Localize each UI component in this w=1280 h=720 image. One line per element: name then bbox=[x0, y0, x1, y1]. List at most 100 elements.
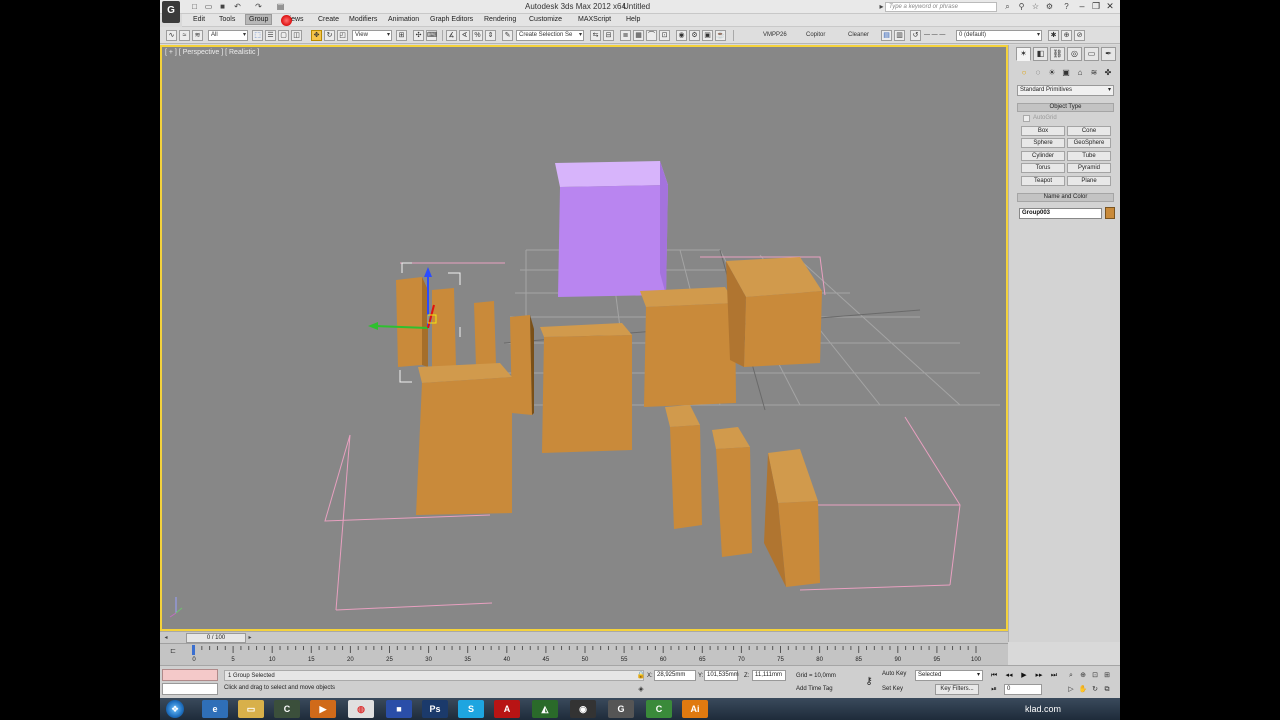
plugin-copitor-button[interactable]: Copitor bbox=[806, 32, 825, 38]
selection-filter-dropdown[interactable]: All bbox=[208, 30, 248, 41]
field-of-view-icon[interactable]: ▷ bbox=[1066, 685, 1076, 695]
create-tab-icon[interactable]: ✶ bbox=[1016, 47, 1031, 61]
spinner-snap-icon[interactable]: ⇕ bbox=[485, 30, 496, 41]
search-input[interactable]: Type a keyword or phrase bbox=[885, 2, 997, 12]
set-key-button[interactable]: Set Key bbox=[882, 686, 903, 692]
minimize-button[interactable]: – bbox=[1076, 1, 1088, 12]
select-by-name-icon[interactable]: ☰ bbox=[265, 30, 276, 41]
sphere-button[interactable]: Sphere bbox=[1021, 138, 1065, 148]
geosphere-button[interactable]: GeoSphere bbox=[1067, 138, 1111, 148]
layer-add-selection-icon[interactable]: ↺ bbox=[910, 30, 921, 41]
menu-modifiers[interactable]: Modifiers bbox=[349, 16, 377, 23]
zoom-extents-all-icon[interactable]: ⊞ bbox=[1102, 671, 1112, 681]
space-warps-icon[interactable]: ≋ bbox=[1088, 67, 1100, 79]
selection-region-icon[interactable]: ▢ bbox=[278, 30, 289, 41]
rendered-frame-window-icon[interactable]: ▣ bbox=[702, 30, 713, 41]
current-layer-dropdown[interactable]: 0 (default) bbox=[956, 30, 1042, 41]
internet-explorer-icon[interactable]: e bbox=[202, 700, 228, 718]
menu-maxscript[interactable]: MAXScript bbox=[578, 16, 611, 23]
extra-tool-b-icon[interactable]: ⊕ bbox=[1061, 30, 1072, 41]
hierarchy-tab-icon[interactable]: ⛓ bbox=[1050, 47, 1065, 61]
menu-animation[interactable]: Animation bbox=[388, 16, 419, 23]
material-editor-icon[interactable]: ◉ bbox=[676, 30, 687, 41]
curve-editor-icon[interactable]: ⌒ bbox=[646, 30, 657, 41]
align-icon[interactable]: ⊟ bbox=[603, 30, 614, 41]
menu-tools[interactable]: Tools bbox=[219, 16, 235, 23]
app-logo-icon[interactable]: G bbox=[162, 1, 180, 23]
graphite-modeling-icon[interactable]: ▦ bbox=[633, 30, 644, 41]
subscription-icon[interactable]: ⚙ bbox=[1044, 1, 1055, 12]
display-tab-icon[interactable]: ▭ bbox=[1084, 47, 1099, 61]
project-folder-icon[interactable]: ▤ bbox=[276, 2, 285, 11]
plane-button[interactable]: Plane bbox=[1067, 176, 1111, 186]
pyramid-button[interactable]: Pyramid bbox=[1067, 163, 1111, 173]
time-slider[interactable]: ◂ 0 / 100 ▸ bbox=[160, 631, 1008, 643]
utilities-tab-icon[interactable]: ✒ bbox=[1101, 47, 1116, 61]
add-time-tag-button[interactable]: Add Time Tag bbox=[796, 686, 833, 692]
chrome-icon[interactable]: ◍ bbox=[348, 700, 374, 718]
mirror-icon[interactable]: ⇆ bbox=[590, 30, 601, 41]
orange-boxes[interactable] bbox=[396, 257, 822, 587]
perspective-viewport[interactable]: [ + ] [ Perspective ] [ Realistic ] bbox=[160, 45, 1008, 631]
torus-button[interactable]: Torus bbox=[1021, 163, 1065, 173]
maxscript-listener-white[interactable] bbox=[162, 683, 218, 695]
track-bar[interactable]: ⊏ 0 5 10 15 20 25 30 35 40 45 50 55 60 65 70 75 80 85 90 95… bbox=[160, 643, 1008, 665]
menu-edit[interactable]: Edit bbox=[193, 16, 205, 23]
systems-icon[interactable]: ✤ bbox=[1102, 67, 1114, 79]
object-name-field[interactable]: Group003 bbox=[1019, 208, 1102, 219]
select-link-icon[interactable]: ∿ bbox=[166, 30, 177, 41]
object-color-swatch[interactable] bbox=[1105, 207, 1115, 219]
angle-snap-icon[interactable]: ∢ bbox=[459, 30, 470, 41]
current-frame-field[interactable]: 0 bbox=[1004, 684, 1042, 695]
lights-icon[interactable]: ☀ bbox=[1046, 67, 1058, 79]
illustrator-icon[interactable]: Ai bbox=[682, 700, 708, 718]
open-file-icon[interactable]: ▭ bbox=[204, 2, 213, 11]
x-coord-field[interactable]: 28,925mm bbox=[654, 670, 696, 681]
current-frame-marker[interactable] bbox=[192, 645, 195, 655]
cylinder-button[interactable]: Cylinder bbox=[1021, 151, 1065, 161]
layer-icon[interactable]: ▤ bbox=[881, 30, 892, 41]
select-object-icon[interactable]: ⬚ bbox=[252, 30, 263, 41]
layer-new-icon[interactable]: ▥ bbox=[894, 30, 905, 41]
render-production-icon[interactable]: ☕ bbox=[715, 30, 726, 41]
goto-start-icon[interactable]: ⏮ bbox=[988, 670, 1000, 681]
orbit-icon[interactable]: ↻ bbox=[1090, 685, 1100, 695]
prev-frame-icon[interactable]: ◂◂ bbox=[1003, 670, 1015, 681]
save-file-icon[interactable]: ■ bbox=[218, 2, 227, 11]
key-icon[interactable]: ⚷ bbox=[860, 676, 878, 688]
named-selection-sets-dropdown[interactable]: Create Selection Se bbox=[516, 30, 584, 41]
isolate-selection-icon[interactable]: ◈ bbox=[636, 685, 646, 695]
time-slider-prev-icon[interactable]: ◂ bbox=[162, 633, 170, 643]
teapot-button[interactable]: Teapot bbox=[1021, 176, 1065, 186]
window-crossing-icon[interactable]: ◫ bbox=[291, 30, 302, 41]
tube-button[interactable]: Tube bbox=[1067, 151, 1111, 161]
pivot-center-icon[interactable]: ⊞ bbox=[396, 30, 407, 41]
menu-create[interactable]: Create bbox=[318, 16, 339, 23]
maximize-button[interactable]: ❐ bbox=[1090, 1, 1102, 12]
key-filters-button[interactable]: Key Filters... bbox=[935, 684, 979, 695]
menu-customize[interactable]: Customize bbox=[529, 16, 562, 23]
skype-icon[interactable]: S bbox=[458, 700, 484, 718]
favorites-icon[interactable]: ☆ bbox=[1030, 1, 1041, 12]
name-and-color-rollout[interactable]: Name and Color bbox=[1017, 193, 1114, 202]
modify-tab-icon[interactable]: ◧ bbox=[1033, 47, 1048, 61]
unlink-selection-icon[interactable]: ≈ bbox=[179, 30, 190, 41]
nvidia-icon[interactable]: ◭ bbox=[532, 700, 558, 718]
bind-space-warp-icon[interactable]: ≋ bbox=[192, 30, 203, 41]
close-button[interactable]: ✕ bbox=[1104, 1, 1116, 12]
communication-center-icon[interactable]: ⚲ bbox=[1016, 1, 1027, 12]
geometry-icon[interactable]: ○ bbox=[1018, 67, 1030, 79]
object-type-rollout[interactable]: Object Type bbox=[1017, 103, 1114, 112]
3dsmax-taskbar-icon[interactable]: G bbox=[608, 700, 634, 718]
plugin-vmpp26-button[interactable]: VMPP26 bbox=[763, 32, 787, 38]
maxscript-listener-pink[interactable] bbox=[162, 669, 218, 681]
edit-named-selection-icon[interactable]: ✎ bbox=[502, 30, 513, 41]
menu-help[interactable]: Help bbox=[626, 16, 640, 23]
maximize-viewport-icon[interactable]: ⧉ bbox=[1102, 685, 1112, 695]
time-slider-thumb[interactable]: 0 / 100 bbox=[186, 633, 246, 643]
select-and-move-icon[interactable]: ✥ bbox=[311, 30, 322, 41]
shapes-icon[interactable]: ◌ bbox=[1032, 67, 1044, 79]
auto-key-button[interactable]: Auto Key bbox=[882, 671, 906, 677]
play-icon[interactable]: ▶ bbox=[1018, 670, 1030, 681]
select-manipulate-icon[interactable]: ✣ bbox=[413, 30, 424, 41]
